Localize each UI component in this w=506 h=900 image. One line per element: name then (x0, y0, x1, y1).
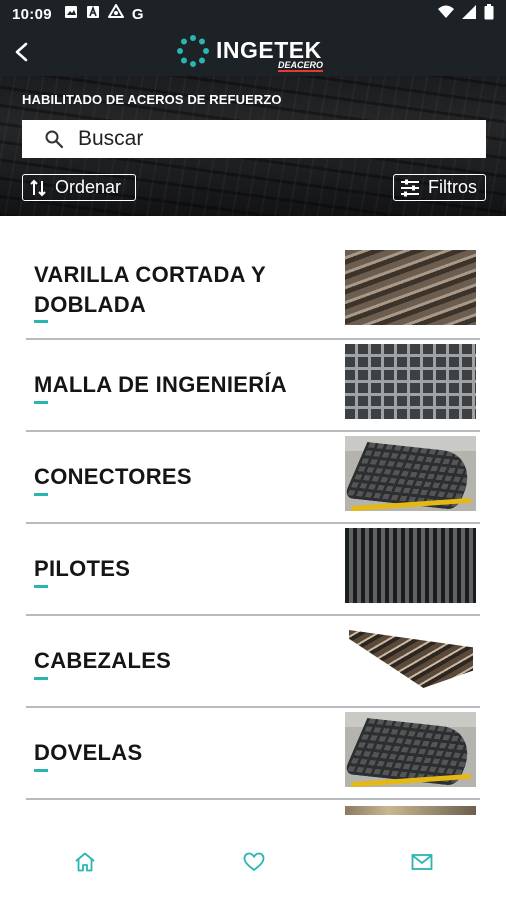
bottom-navigation (0, 815, 506, 900)
product-name: PILOTES (34, 556, 131, 581)
back-button[interactable] (6, 36, 38, 68)
status-notification-icons: G (64, 4, 144, 24)
product-name: CABEZALES (34, 648, 172, 673)
app-screen: 10:09 G INGETEK DEACERO HABILITADO DE AC… (0, 0, 506, 900)
accent-underline (34, 677, 48, 680)
category-header: HABILITADO DE ACEROS DE REFUERZO Ordenar… (0, 76, 506, 216)
sort-button[interactable]: Ordenar (22, 174, 136, 201)
list-item[interactable]: CONECTORES (26, 432, 480, 524)
google-icon: G (131, 5, 144, 23)
accent-underline (34, 493, 48, 496)
status-time: 10:09 (12, 5, 52, 23)
accent-underline (34, 401, 48, 404)
nav-favorites-button[interactable] (241, 849, 267, 875)
list-item[interactable]: VARILLA CORTADA Y DOBLADA (26, 246, 480, 340)
wifi-icon (438, 5, 454, 23)
status-system-icons (438, 4, 494, 24)
product-image (345, 250, 476, 325)
list-item[interactable]: PILOTES (26, 524, 480, 616)
ingetek-logo-mark-icon (177, 35, 209, 67)
status-bar: 10:09 G (0, 0, 506, 28)
category-title: HABILITADO DE ACEROS DE REFUERZO (22, 92, 282, 107)
sort-label: Ordenar (55, 177, 122, 197)
product-image (345, 344, 476, 419)
nav-home-button[interactable] (72, 849, 98, 875)
product-name: VARILLA CORTADA Y DOBLADA (34, 262, 266, 317)
search-input[interactable] (78, 127, 458, 151)
accent-underline (34, 320, 48, 323)
back-arrow-icon (15, 42, 28, 62)
home-icon (75, 852, 95, 872)
sort-icon (30, 179, 46, 196)
filter-button[interactable]: Filtros (393, 174, 486, 201)
list-item[interactable]: DOVELAS (26, 708, 480, 800)
signal-icon (462, 5, 476, 23)
ingetek-logo: INGETEK DEACERO (176, 32, 336, 72)
product-name: CONECTORES (34, 464, 192, 489)
heart-icon (243, 852, 265, 871)
product-list: VARILLA CORTADA Y DOBLADA MALLA DE INGEN… (26, 246, 480, 840)
search-bar[interactable] (22, 120, 486, 158)
product-image (345, 528, 476, 603)
recycle-icon (107, 4, 124, 24)
nav-mail-button[interactable] (409, 849, 435, 875)
product-image (345, 712, 476, 787)
list-item[interactable]: CABEZALES (26, 616, 480, 708)
search-icon (45, 130, 64, 149)
product-image (345, 620, 476, 695)
app-bar: INGETEK DEACERO (0, 28, 506, 76)
a-box-icon (86, 5, 100, 23)
list-item[interactable]: MALLA DE INGENIERÍA (26, 340, 480, 432)
filter-label: Filtros (428, 177, 477, 197)
filter-sliders-icon (401, 179, 419, 196)
mail-icon (411, 854, 433, 870)
battery-icon (484, 4, 494, 24)
accent-underline (34, 585, 48, 588)
brand-subtitle: DEACERO (278, 60, 324, 72)
product-name: MALLA DE INGENIERÍA (34, 372, 287, 397)
product-name: DOVELAS (34, 740, 143, 765)
product-image (345, 436, 476, 511)
image-icon (64, 5, 78, 23)
accent-underline (34, 769, 48, 772)
